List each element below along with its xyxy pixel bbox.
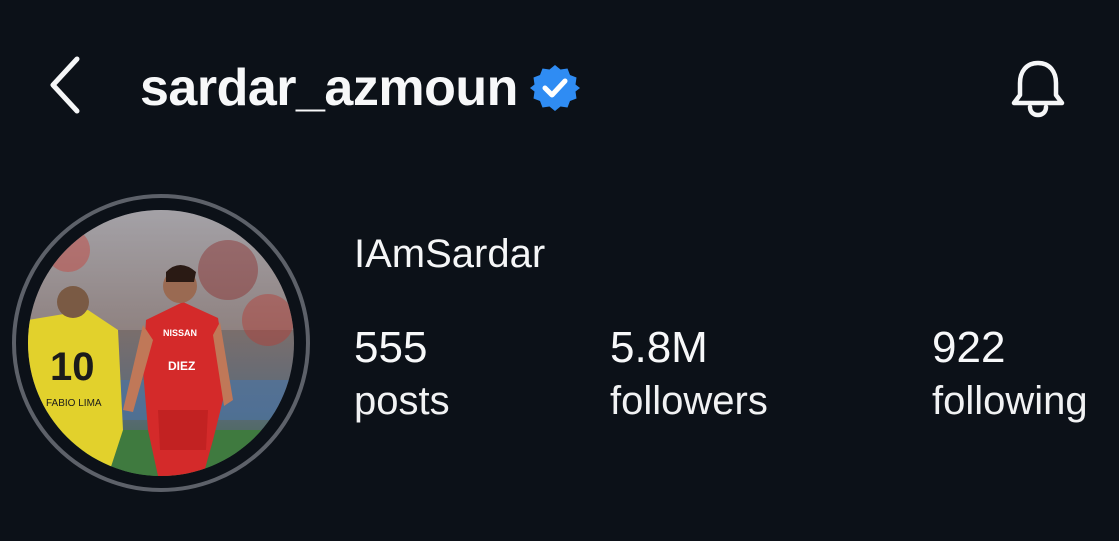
- following-count: 922: [932, 323, 1006, 372]
- followers-label: followers: [610, 379, 768, 423]
- avatar-jersey-sponsor-2: DIEZ: [168, 359, 195, 373]
- back-button[interactable]: [40, 52, 90, 118]
- followers-count: 5.8M: [610, 323, 708, 372]
- posts-count: 555: [354, 323, 428, 372]
- display-name: IAmSardar: [354, 232, 546, 276]
- avatar-jersey-number: 10: [50, 345, 95, 389]
- stat-following[interactable]: 922 following: [932, 322, 1088, 428]
- title-group: sardar_azmoun: [140, 52, 580, 124]
- avatar[interactable]: 10 FABIO LIMA NISSAN DIEZ: [28, 210, 294, 476]
- verified-badge-icon: [529, 65, 580, 111]
- chevron-left-icon: [50, 56, 80, 114]
- posts-label: posts: [354, 379, 450, 423]
- profile-header: sardar_azmoun: [0, 0, 1119, 180]
- avatar-ring[interactable]: 10 FABIO LIMA NISSAN DIEZ: [12, 194, 310, 492]
- profile-screen: sardar_azmoun 10 FABIO LIMA NISSAN DIEZ …: [0, 0, 1119, 541]
- stat-posts[interactable]: 555 posts: [354, 322, 450, 428]
- avatar-photo: 10 FABIO LIMA NISSAN DIEZ: [28, 210, 294, 476]
- avatar-jersey-name: FABIO LIMA: [46, 398, 102, 409]
- following-label: following: [932, 379, 1088, 423]
- stat-followers[interactable]: 5.8M followers: [610, 322, 768, 428]
- avatar-jersey-sponsor: NISSAN: [163, 328, 197, 338]
- notifications-button[interactable]: [1002, 54, 1074, 124]
- bell-icon: [1011, 60, 1065, 118]
- username-title: sardar_azmoun: [140, 59, 518, 117]
